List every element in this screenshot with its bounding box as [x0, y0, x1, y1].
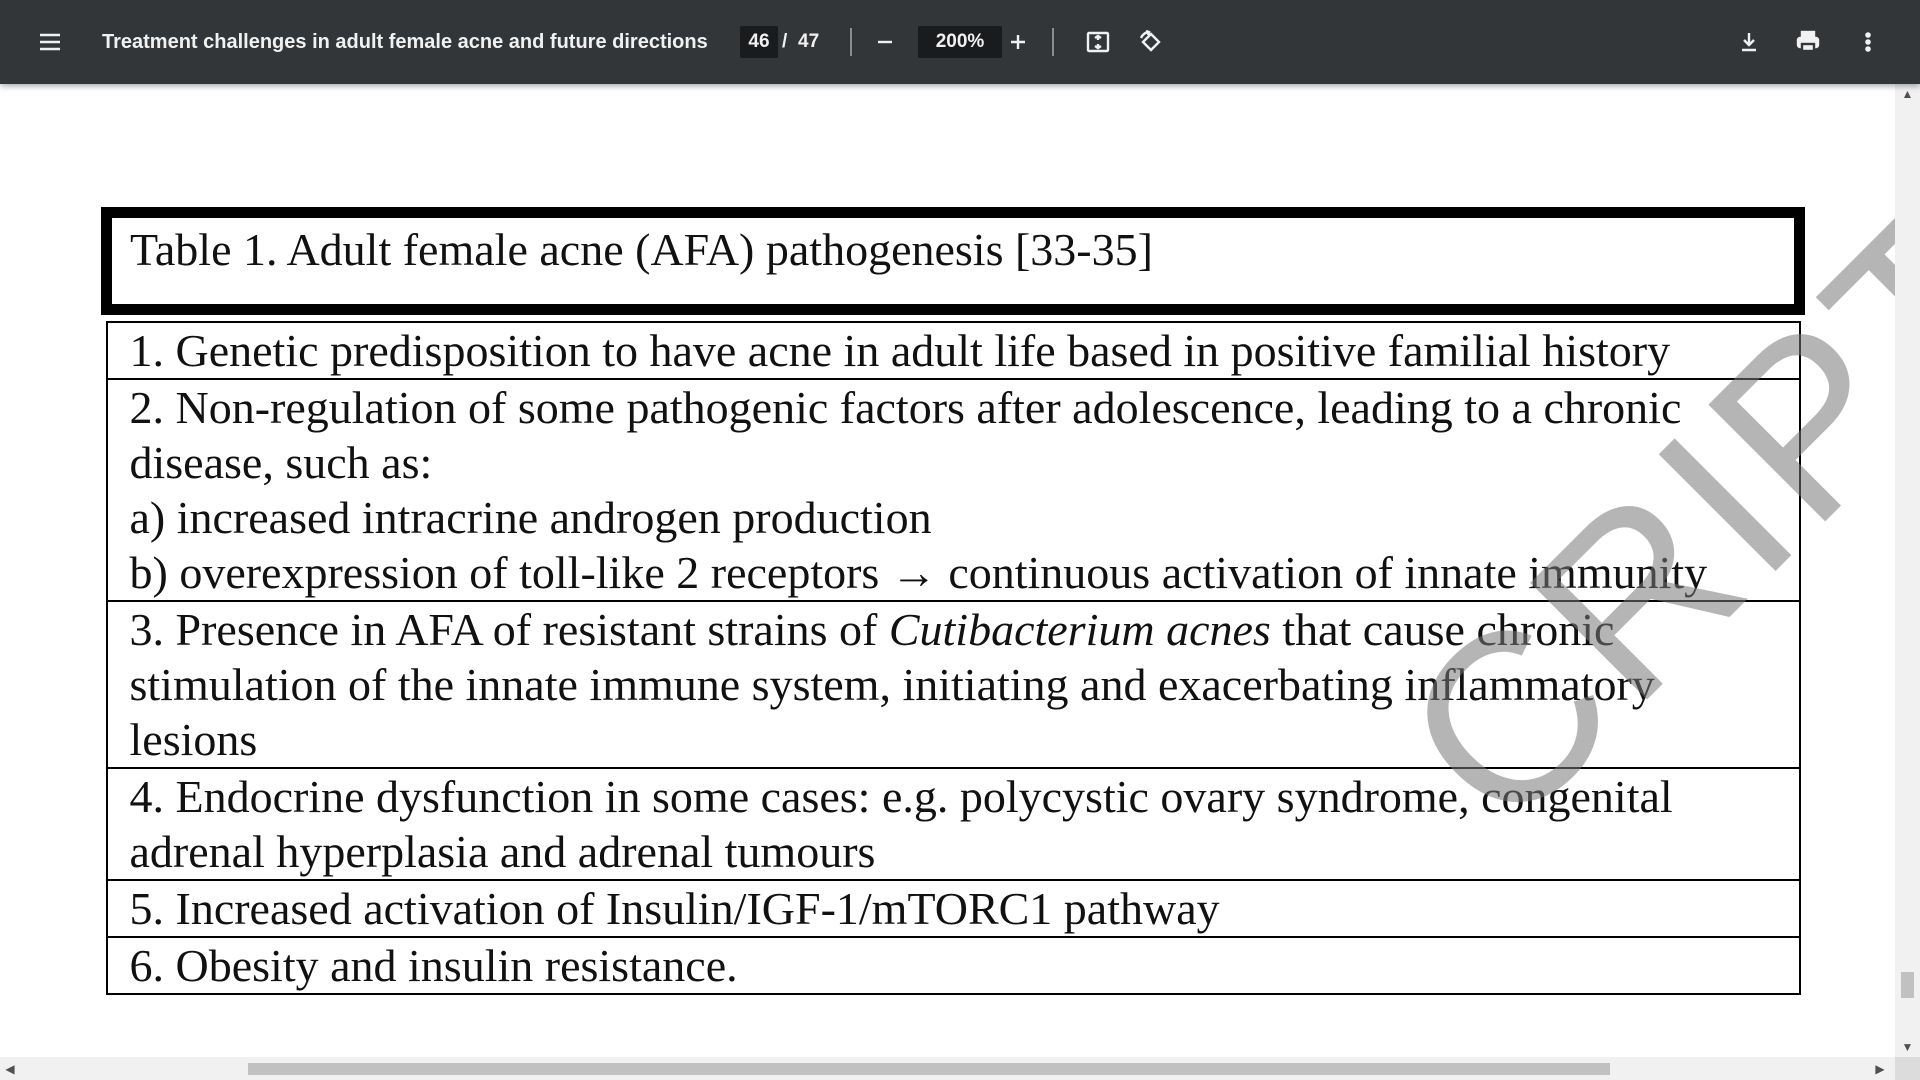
- row-text: 1. Genetic predisposition to have acne i…: [129, 325, 1671, 376]
- row-text: disease, such as:: [129, 437, 433, 488]
- table-row: 5. Increased activation of Insulin/IGF-1…: [105, 879, 1801, 938]
- table-row: 3. Presence in AFA of resistant strains …: [105, 600, 1801, 769]
- document-viewer[interactable]: Table 1. Adult female acne (AFA) pathoge…: [0, 84, 1895, 1057]
- scroll-up-icon[interactable]: ▲: [1895, 84, 1920, 104]
- plus-icon[interactable]: [996, 20, 1040, 64]
- vertical-scroll-thumb[interactable]: [1901, 972, 1914, 998]
- row-text: a) increased intracrine androgen product…: [129, 492, 932, 543]
- table-row: 4. Endocrine dysfunction in some cases: …: [105, 767, 1801, 881]
- row-text: 3. Presence in AFA of resistant strains …: [129, 604, 889, 655]
- scroll-left-icon[interactable]: ◀: [0, 1057, 20, 1080]
- page-separator: /: [782, 31, 788, 52]
- pathogenesis-table: Table 1. Adult female acne (AFA) pathoge…: [101, 207, 1805, 995]
- zoom-level-input[interactable]: 200%: [918, 26, 1002, 58]
- species-name: Cutibacterium acnes: [888, 604, 1271, 655]
- scroll-right-icon[interactable]: ▶: [1870, 1057, 1890, 1080]
- row-text: lesions: [129, 714, 258, 765]
- horizontal-scrollbar[interactable]: ◀ ▶: [0, 1057, 1920, 1080]
- document-title: Treatment challenges in adult female acn…: [102, 30, 708, 53]
- row-text: that cause chronic: [1270, 604, 1615, 655]
- row-text: adrenal hyperplasia and adrenal tumours: [129, 826, 876, 877]
- row-text: stimulation of the innate immune system,…: [129, 659, 1655, 710]
- row-text: 5. Increased activation of Insulin/IGF-1…: [129, 883, 1220, 934]
- row-text: 6. Obesity and insulin resistance.: [129, 940, 738, 991]
- page-total: 47: [798, 31, 820, 52]
- pdf-toolbar: Treatment challenges in adult female acn…: [0, 0, 1920, 84]
- menu-icon[interactable]: [28, 20, 72, 64]
- print-icon[interactable]: [1786, 20, 1830, 64]
- row-text-line: 3. Presence in AFA of resistant strains …: [130, 602, 1777, 657]
- download-icon[interactable]: [1727, 20, 1771, 64]
- scrollbar-corner: [1895, 1057, 1920, 1080]
- row-text: b) overexpression of toll-like 2 recepto…: [129, 547, 1708, 598]
- row-text: 4. Endocrine dysfunction in some cases: …: [129, 771, 1673, 822]
- rotate-icon[interactable]: [1129, 20, 1173, 64]
- table-row: 6. Obesity and insulin resistance.: [105, 936, 1801, 995]
- toolbar-divider: [850, 28, 852, 56]
- toolbar-divider: [1052, 28, 1054, 56]
- vertical-scrollbar[interactable]: ▲ ▼: [1895, 84, 1920, 1057]
- minus-icon[interactable]: [863, 20, 907, 64]
- row-text: 2. Non-regulation of some pathogenic fac…: [129, 382, 1682, 433]
- more-vert-icon[interactable]: [1846, 20, 1890, 64]
- horizontal-scroll-thumb[interactable]: [248, 1063, 1610, 1075]
- table-title: Table 1. Adult female acne (AFA) pathoge…: [101, 207, 1805, 315]
- table-row: 1. Genetic predisposition to have acne i…: [105, 321, 1801, 380]
- fit-to-page-icon[interactable]: [1076, 20, 1120, 64]
- page-number-input[interactable]: 46: [740, 26, 778, 58]
- table-row: 2. Non-regulation of some pathogenic fac…: [105, 378, 1801, 602]
- scroll-down-icon[interactable]: ▼: [1895, 1037, 1920, 1057]
